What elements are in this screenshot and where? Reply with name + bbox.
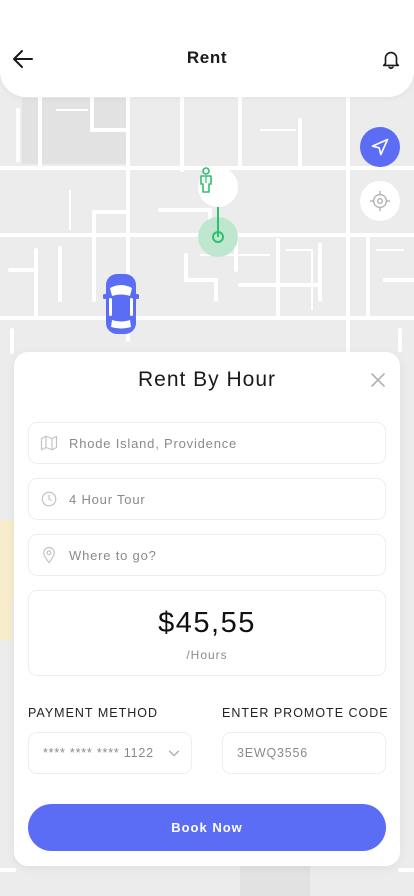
- map-icon: [29, 434, 69, 452]
- promo-code-label: ENTER PROMOTE CODE: [222, 706, 389, 720]
- navigation-arrow-icon: [371, 138, 389, 156]
- destination-placeholder: Where to go?: [69, 547, 157, 563]
- pickup-location-value: Rhode Island, Providence: [69, 435, 238, 451]
- payment-method-label: PAYMENT METHOD: [28, 706, 158, 720]
- notification-button[interactable]: [376, 44, 406, 74]
- clock-icon: [29, 490, 69, 508]
- close-icon: [371, 373, 385, 387]
- sheet-title: Rent By Hour: [137, 368, 277, 391]
- bell-icon: [382, 51, 400, 69]
- duration-field[interactable]: 4 Hour Tour: [28, 478, 386, 520]
- price-value: $45,55: [158, 607, 256, 639]
- car-icon[interactable]: [103, 272, 139, 336]
- page-title: Rent: [186, 48, 228, 67]
- price-unit: /Hours: [186, 648, 228, 662]
- payment-method-value: **** **** **** 1122: [43, 746, 154, 760]
- person-pin-icon: [200, 167, 212, 193]
- navigate-button[interactable]: [360, 127, 400, 167]
- driver-marker[interactable]: [198, 167, 238, 207]
- top-header: Rent: [0, 0, 414, 97]
- payment-method-select[interactable]: **** **** **** 1122: [28, 732, 192, 774]
- promo-code-input[interactable]: 3EWQ3556: [222, 732, 386, 774]
- book-now-button[interactable]: Book Now: [28, 804, 386, 851]
- destination-field[interactable]: Where to go?: [28, 534, 386, 576]
- close-button[interactable]: [366, 368, 390, 392]
- chevron-down-icon: [168, 750, 180, 757]
- locate-me-button[interactable]: [360, 181, 400, 221]
- promo-code-value: 3EWQ3556: [237, 746, 309, 760]
- rent-by-hour-sheet: Rent By Hour Rhode Island, Providence 4 …: [14, 352, 400, 866]
- pickup-location-field[interactable]: Rhode Island, Providence: [28, 422, 386, 464]
- location-pin-icon: [29, 546, 69, 564]
- duration-value: 4 Hour Tour: [69, 491, 146, 507]
- crosshair-icon: [369, 190, 391, 212]
- price-display: $45,55 /Hours: [28, 590, 386, 676]
